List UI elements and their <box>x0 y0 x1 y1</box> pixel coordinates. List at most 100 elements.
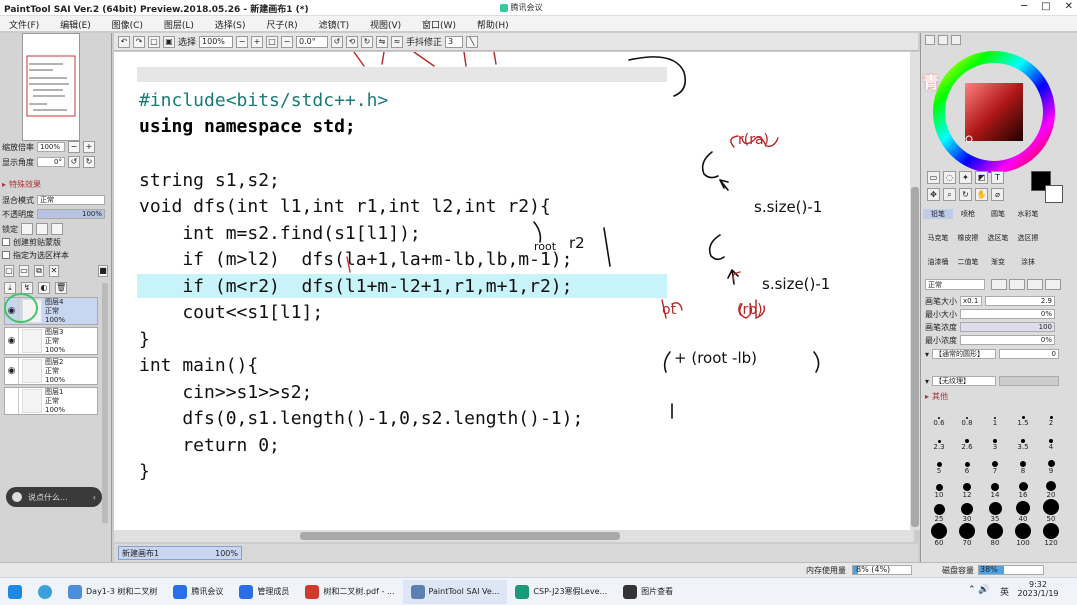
size-preset[interactable]: 5 <box>927 451 951 475</box>
brush-pencil[interactable]: 铅笔 <box>923 209 953 219</box>
size-preset[interactable]: 80 <box>983 523 1007 547</box>
density-slider[interactable]: 100 <box>960 322 1055 332</box>
opacity-slider[interactable]: 100% <box>37 209 105 219</box>
tip-shape-3-icon[interactable] <box>1027 279 1043 290</box>
color-wheel-tab-icon[interactable] <box>925 35 935 45</box>
angle-field[interactable]: 0° <box>37 157 65 167</box>
size-preset[interactable]: 60 <box>927 523 951 547</box>
min-size-slider[interactable]: 0% <box>960 309 1055 319</box>
lock-toggle-1[interactable] <box>21 223 33 235</box>
sub-color-swatch[interactable] <box>1045 185 1063 203</box>
flip-button[interactable]: ⇋ <box>376 35 389 48</box>
close-button[interactable]: ✕ <box>1065 1 1073 12</box>
brush-shape-select[interactable]: 【通常的圆形】 <box>932 349 997 359</box>
menu-view[interactable]: 视图(V) <box>361 16 410 33</box>
brush-select-eraser[interactable]: 选区擦 <box>1013 233 1043 243</box>
layer-item-2[interactable]: ◉ 图层2 正常 100% <box>4 357 98 385</box>
menu-ruler[interactable]: 尺子(R) <box>257 16 306 33</box>
size-preset[interactable]: 30 <box>955 499 979 523</box>
horizontal-scroll-thumb[interactable] <box>300 532 620 540</box>
straight-line-icon[interactable]: ╲ <box>466 35 479 48</box>
hsv-tab-icon[interactable] <box>951 35 961 45</box>
new-folder-icon[interactable]: ▭ <box>19 265 29 277</box>
brush-shape-strength[interactable]: 0 <box>999 349 1060 359</box>
stabilizer-select[interactable]: 3 <box>445 35 464 48</box>
size-preset[interactable]: 14 <box>983 475 1007 499</box>
zoom-out-button[interactable]: − <box>236 35 249 48</box>
brush-round[interactable]: 圆笔 <box>983 209 1013 219</box>
rotate-right-button[interactable]: ↻ <box>361 35 374 48</box>
texture-strength[interactable] <box>999 376 1060 386</box>
new-layer-icon[interactable]: ▢ <box>4 265 14 277</box>
rotate-reset-button[interactable]: ⟲ <box>346 35 359 48</box>
taskbar-item-1[interactable]: Day1-3 树和二叉树 <box>60 580 165 604</box>
select-toggle-icon[interactable]: ▣ <box>163 35 175 48</box>
meeting-indicator[interactable]: 腾讯会议 <box>500 2 543 13</box>
other-header[interactable]: ▸ 其他 <box>925 390 1073 402</box>
zoom-reset-button[interactable]: − <box>281 35 294 48</box>
size-preset[interactable]: 1.5 <box>1011 403 1035 427</box>
min-density-slider[interactable]: 0% <box>960 335 1055 345</box>
menu-filter[interactable]: 滤镜(T) <box>310 16 359 33</box>
chevron-left-icon[interactable]: ‹ <box>93 493 96 502</box>
size-preset[interactable]: 2 <box>1039 403 1063 427</box>
brush-smudge[interactable]: 涂抹 <box>1013 257 1043 267</box>
brush-binary[interactable]: 二值笔 <box>953 257 983 267</box>
ref-checkbox[interactable] <box>2 251 10 259</box>
layer-item-1[interactable]: 图层1 正常 100% <box>4 387 98 415</box>
size-preset[interactable]: 120 <box>1039 523 1063 547</box>
redo-icon[interactable]: ↷ <box>133 35 145 48</box>
zoom-fit-button[interactable]: □ <box>266 35 279 48</box>
brush-blend-select[interactable]: 正常 <box>925 279 985 290</box>
size-preset[interactable]: 2.6 <box>955 427 979 451</box>
color-wheel[interactable] <box>933 51 1055 173</box>
taskbar-item-4[interactable]: 树和二叉树.pdf - ... <box>297 580 402 604</box>
vertical-scrollbar[interactable] <box>910 52 920 530</box>
zoom-field[interactable]: 100% <box>199 35 234 48</box>
size-preset[interactable]: 35 <box>983 499 1007 523</box>
size-preset[interactable]: 0.6 <box>927 403 951 427</box>
rotate-right-button[interactable]: ↻ <box>83 156 95 168</box>
menu-select[interactable]: 选择(S) <box>206 16 255 33</box>
visibility-eye-icon[interactable]: ◉ <box>5 358 19 384</box>
rotation-field[interactable]: 0.0° <box>296 35 329 48</box>
brush-select-pen[interactable]: 选区笔 <box>983 233 1013 243</box>
brush-eraser[interactable]: 橡皮擦 <box>953 233 983 243</box>
visibility-eye-icon[interactable]: ◉ <box>5 328 19 354</box>
size-preset[interactable]: 20 <box>1039 475 1063 499</box>
size-preset[interactable]: 40 <box>1011 499 1035 523</box>
brush-bucket[interactable]: 油漆桶 <box>923 257 953 267</box>
rotate-left-button[interactable]: ↺ <box>331 35 344 48</box>
rotate-left-button[interactable]: ↺ <box>68 156 80 168</box>
hand-icon[interactable]: ✋ <box>975 188 988 201</box>
zoom-in-button[interactable]: + <box>251 35 264 48</box>
tip-shape-2-icon[interactable] <box>1009 279 1025 290</box>
zoom-field[interactable]: 100% <box>37 142 65 152</box>
ref-row[interactable]: 指定为选区样本 <box>2 249 110 261</box>
chat-input[interactable]: 说点什么... ‹ <box>6 487 102 507</box>
tip-shape-1-icon[interactable] <box>991 279 1007 290</box>
brush-marker[interactable]: 马克笔 <box>923 233 953 243</box>
size-preset[interactable]: 9 <box>1039 451 1063 475</box>
size-preset[interactable]: 6 <box>955 451 979 475</box>
minimize-button[interactable]: ─ <box>1021 1 1027 12</box>
menu-layer[interactable]: 图层(L) <box>155 16 203 33</box>
taskbar-item-2[interactable]: 腾讯会议 <box>165 580 231 604</box>
taskbar-item-3[interactable]: 管理成员 <box>231 580 297 604</box>
text-icon[interactable]: T <box>991 171 1004 184</box>
move-icon[interactable]: ✥ <box>927 188 940 201</box>
fill-icon[interactable]: ◩ <box>975 171 988 184</box>
layer-scrollbar[interactable] <box>102 283 108 523</box>
size-preset[interactable]: 7 <box>983 451 1007 475</box>
undo-icon[interactable]: ↶ <box>118 35 130 48</box>
brush-airbrush[interactable]: 喷枪 <box>953 209 983 219</box>
size-preset[interactable]: 12 <box>955 475 979 499</box>
layer-menu-icon[interactable]: ■ <box>98 265 108 277</box>
effects-header[interactable]: ▸ 特殊效果 <box>2 178 110 190</box>
blend-select[interactable]: 正常 <box>37 195 105 205</box>
deselect-icon[interactable]: ▢ <box>148 35 160 48</box>
menu-help[interactable]: 帮助(H) <box>468 16 518 33</box>
size-preset[interactable]: 3.5 <box>1011 427 1035 451</box>
trash-icon[interactable]: 🗑 <box>55 282 67 294</box>
menu-image[interactable]: 图像(C) <box>103 16 152 33</box>
